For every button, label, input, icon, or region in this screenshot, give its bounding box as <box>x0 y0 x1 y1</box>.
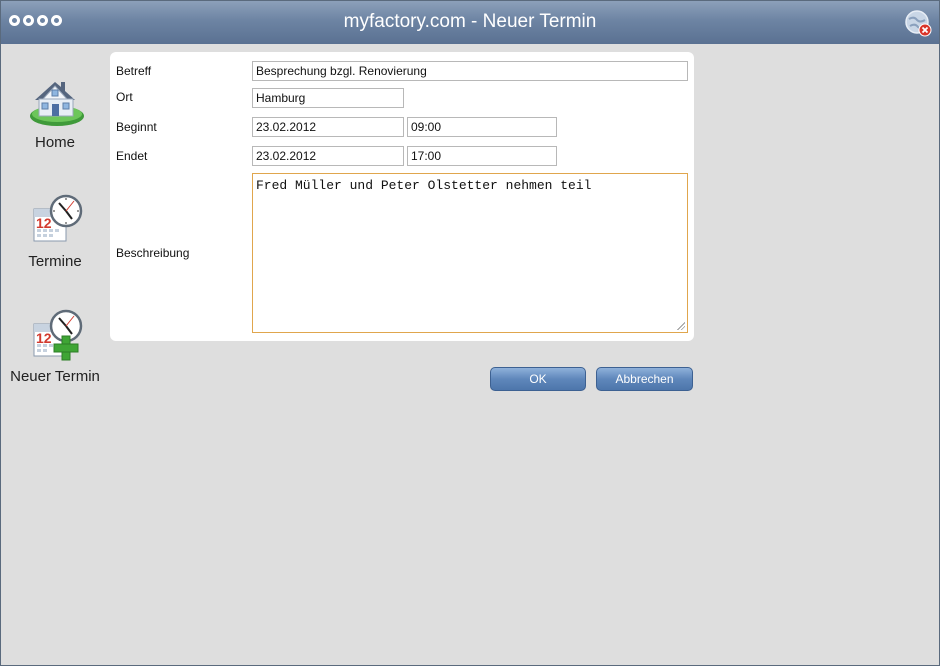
beginnt-label: Beginnt <box>116 120 157 134</box>
appointment-form: Betreff Besprechung bzgl. Renovierung Or… <box>110 52 694 341</box>
title-bar: myfactory.com - Neuer Termin <box>1 1 939 44</box>
sidebar-item-label: Home <box>34 134 75 151</box>
sidebar-item-label: Neuer Termin <box>10 368 100 385</box>
endet-label: Endet <box>116 149 148 163</box>
calendar-clock-icon: 12 <box>33 194 83 242</box>
beschreibung-text: Fred Müller und Peter Olstetter nehmen t… <box>256 178 592 193</box>
calendar-clock-add-icon: 12 <box>33 309 83 361</box>
svg-text:12: 12 <box>36 330 52 346</box>
ok-button[interactable]: OK <box>490 367 586 391</box>
sidebar-item-label: Termine <box>28 253 82 270</box>
globe-close-icon[interactable] <box>903 8 933 38</box>
betreff-label: Betreff <box>116 64 152 78</box>
endet-date-field[interactable]: 23.02.2012 <box>252 146 404 166</box>
beginnt-time-field[interactable]: 09:00 <box>407 117 557 137</box>
resize-handle[interactable] <box>677 322 685 330</box>
svg-text:12: 12 <box>36 215 52 231</box>
beginnt-date-field[interactable]: 23.02.2012 <box>252 117 404 137</box>
ort-label: Ort <box>116 90 133 104</box>
house-icon <box>30 82 84 126</box>
sidebar: Home 12 Termine 12 Neuer Termin <box>1 44 109 665</box>
window-title: myfactory.com - Neuer Termin <box>343 11 597 32</box>
sidebar-item-neuer-termin[interactable]: 12 Neuer Termin <box>1 304 109 385</box>
betreff-field[interactable]: Besprechung bzgl. Renovierung <box>252 61 688 81</box>
beschreibung-label: Beschreibung <box>116 246 190 260</box>
beschreibung-textarea[interactable]: Fred Müller und Peter Olstetter nehmen t… <box>252 173 688 333</box>
endet-time-field[interactable]: 17:00 <box>407 146 557 166</box>
app-window: myfactory.com - Neuer Termin Home 12 Ter… <box>0 0 940 666</box>
sidebar-item-home[interactable]: Home <box>1 72 109 151</box>
ort-field[interactable]: Hamburg <box>252 88 404 108</box>
sidebar-item-termine[interactable]: 12 Termine <box>1 189 109 270</box>
cancel-button[interactable]: Abbrechen <box>596 367 693 391</box>
